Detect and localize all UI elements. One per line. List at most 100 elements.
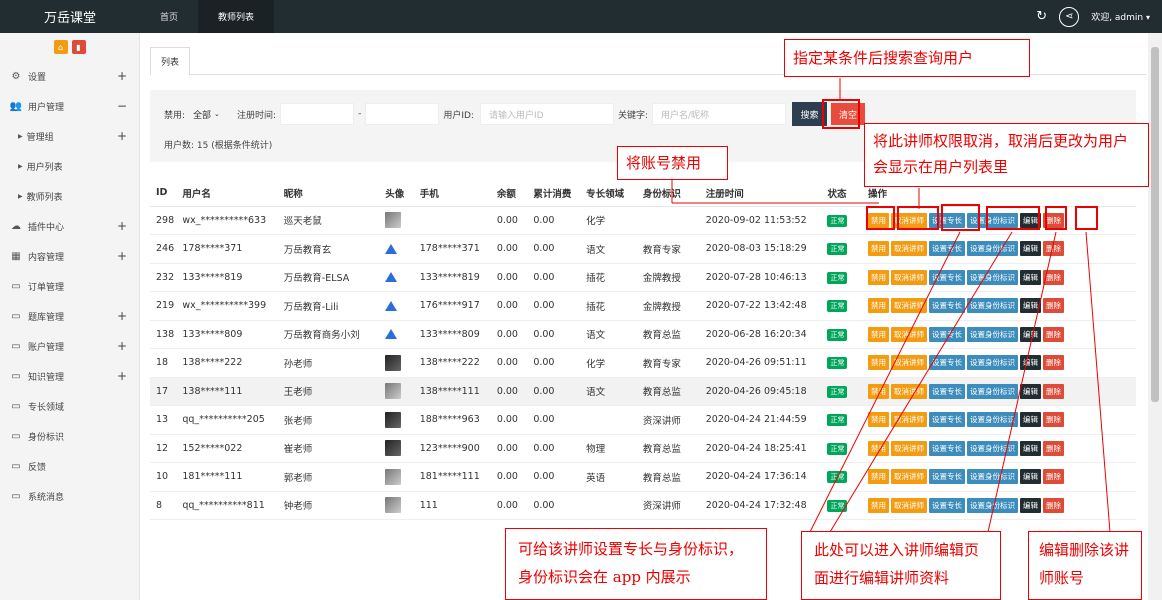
expand-icon[interactable]: +: [117, 309, 127, 323]
ban-button[interactable]: 禁用: [868, 298, 890, 314]
table-row[interactable]: 18 138*****222 孙老师 138*****222 0.00 0.00 化学 教育专…: [150, 348, 1136, 378]
table-row[interactable]: 13 qq_**********205 张老师 188*****963 0.00 0.00…: [150, 405, 1136, 435]
delete-button[interactable]: 删除: [1043, 440, 1065, 456]
user-menu[interactable]: 欢迎, admin ▾: [1091, 10, 1150, 23]
sidebar-item[interactable]: ▶ 教师列表: [0, 181, 139, 211]
sidebar-item[interactable]: ▭ 知识管理 +: [0, 361, 139, 391]
sidebar-item[interactable]: ▭ 题库管理 +: [0, 301, 139, 331]
sidebar-item[interactable]: 👥 用户管理 −: [0, 91, 139, 121]
set-identity-button[interactable]: 设置身份标识: [967, 383, 1019, 399]
set-identity-button[interactable]: 设置身份标识: [967, 298, 1019, 314]
sidebar-item[interactable]: ▭ 账户管理 +: [0, 331, 139, 361]
set-specialty-button[interactable]: 设置专长: [929, 241, 966, 257]
sidebar-item[interactable]: ▭ 身份标识: [0, 421, 139, 451]
set-specialty-button[interactable]: 设置专长: [929, 383, 966, 399]
cancel-teacher-button[interactable]: 取消讲师: [891, 355, 928, 371]
refresh-icon[interactable]: ↻: [1036, 9, 1047, 24]
cancel-teacher-button[interactable]: 取消讲师: [891, 383, 928, 399]
set-specialty-button[interactable]: 设置专长: [929, 326, 966, 342]
set-identity-button[interactable]: 设置身份标识: [967, 355, 1019, 371]
top-nav-item[interactable]: 首页: [140, 0, 198, 33]
ban-select[interactable]: 全部 ⌄: [185, 103, 235, 125]
cancel-teacher-button[interactable]: 取消讲师: [891, 241, 928, 257]
edit-button[interactable]: 编辑: [1020, 355, 1042, 371]
trash-icon[interactable]: ▮: [71, 40, 86, 54]
ban-button[interactable]: 禁用: [868, 383, 890, 399]
tab-list[interactable]: 列表: [150, 47, 191, 76]
set-specialty-button[interactable]: 设置专长: [929, 497, 966, 513]
ban-button[interactable]: 禁用: [868, 241, 890, 257]
edit-button[interactable]: 编辑: [1020, 497, 1042, 513]
delete-button[interactable]: 删除: [1043, 412, 1065, 428]
uid-input[interactable]: 请输入用户ID: [479, 103, 614, 125]
delete-button[interactable]: 删除: [1043, 241, 1065, 257]
set-identity-button[interactable]: 设置身份标识: [967, 440, 1019, 456]
edit-button[interactable]: 编辑: [1020, 298, 1042, 314]
sidebar-item[interactable]: ▶ 管理组 +: [0, 121, 139, 151]
cancel-teacher-button[interactable]: 取消讲师: [891, 469, 928, 485]
cancel-teacher-button[interactable]: 取消讲师: [891, 497, 928, 513]
set-identity-button[interactable]: 设置身份标识: [967, 412, 1019, 428]
sidebar-item[interactable]: ☁ 插件中心 +: [0, 211, 139, 241]
set-identity-button[interactable]: 设置身份标识: [967, 469, 1019, 485]
sidebar-item[interactable]: ▭ 订单管理: [0, 271, 139, 301]
set-specialty-button[interactable]: 设置专长: [929, 412, 966, 428]
delete-button[interactable]: 删除: [1043, 469, 1065, 485]
delete-button[interactable]: 删除: [1043, 298, 1065, 314]
share-icon[interactable]: ⋖: [1059, 6, 1080, 27]
reg-start-input[interactable]: [280, 103, 355, 125]
edit-button[interactable]: 编辑: [1020, 269, 1042, 285]
scrollbar-thumb[interactable]: [1151, 47, 1159, 402]
edit-button[interactable]: 编辑: [1020, 383, 1042, 399]
top-nav-item[interactable]: 教师列表: [198, 0, 275, 33]
set-identity-button[interactable]: 设置身份标识: [967, 497, 1019, 513]
set-identity-button[interactable]: 设置身份标识: [967, 241, 1019, 257]
expand-icon[interactable]: −: [117, 99, 127, 113]
table-row[interactable]: 10 181*****111 郭老师 181*****111 0.00 0.00 英语 教育总…: [150, 462, 1136, 492]
expand-icon[interactable]: +: [117, 69, 127, 83]
table-row[interactable]: 12 152*****022 崔老师 123*****900 0.00 0.00 物理 教育总…: [150, 434, 1136, 463]
expand-icon[interactable]: +: [117, 249, 127, 263]
table-row[interactable]: 138 133*****809 万岳教育商务小刘 133*****809 0.00 0.0…: [150, 320, 1136, 349]
table-row[interactable]: 246 178*****371 万岳教育玄 178*****371 0.00 0.00 语文…: [150, 234, 1136, 264]
cancel-teacher-button[interactable]: 取消讲师: [891, 298, 928, 314]
scrollbar[interactable]: [1148, 33, 1162, 600]
ban-button[interactable]: 禁用: [868, 326, 890, 342]
sidebar-item[interactable]: ▭ 专长领域: [0, 391, 139, 421]
expand-icon[interactable]: +: [117, 339, 127, 353]
ban-button[interactable]: 禁用: [868, 412, 890, 428]
logo[interactable]: 万岳课堂: [0, 0, 140, 33]
cancel-teacher-button[interactable]: 取消讲师: [891, 440, 928, 456]
sidebar-item[interactable]: ▭ 反馈: [0, 451, 139, 481]
set-specialty-button[interactable]: 设置专长: [929, 440, 966, 456]
delete-button[interactable]: 删除: [1043, 497, 1065, 513]
edit-button[interactable]: 编辑: [1020, 241, 1042, 257]
ban-button[interactable]: 禁用: [868, 269, 890, 285]
ban-button[interactable]: 禁用: [868, 469, 890, 485]
set-specialty-button[interactable]: 设置专长: [929, 298, 966, 314]
sidebar-item[interactable]: ▭ 系统消息: [0, 481, 139, 511]
home-icon[interactable]: ⌂: [53, 40, 68, 54]
ban-button[interactable]: 禁用: [868, 497, 890, 513]
sidebar-item[interactable]: ⚙ 设置 +: [0, 61, 139, 91]
delete-button[interactable]: 删除: [1043, 355, 1065, 371]
cancel-teacher-button[interactable]: 取消讲师: [891, 326, 928, 342]
expand-icon[interactable]: +: [117, 369, 127, 383]
expand-icon[interactable]: +: [117, 219, 127, 233]
edit-button[interactable]: 编辑: [1020, 469, 1042, 485]
table-row[interactable]: 232 133*****819 万岳教育-ELSA 133*****819 0.00 0.…: [150, 263, 1136, 292]
sidebar-item[interactable]: ▶ 用户列表: [0, 151, 139, 181]
delete-button[interactable]: 删除: [1043, 326, 1065, 342]
ban-button[interactable]: 禁用: [868, 355, 890, 371]
reg-end-input[interactable]: [365, 103, 440, 125]
sidebar-item[interactable]: ▦ 内容管理 +: [0, 241, 139, 271]
delete-button[interactable]: 删除: [1043, 269, 1065, 285]
edit-button[interactable]: 编辑: [1020, 412, 1042, 428]
edit-button[interactable]: 编辑: [1020, 440, 1042, 456]
ban-button[interactable]: 禁用: [868, 440, 890, 456]
table-row[interactable]: 219 wx_**********399 万岳教育-Lili 176*****917 0…: [150, 291, 1136, 321]
edit-button[interactable]: 编辑: [1020, 326, 1042, 342]
cancel-teacher-button[interactable]: 取消讲师: [891, 269, 928, 285]
set-identity-button[interactable]: 设置身份标识: [967, 269, 1019, 285]
keyword-input[interactable]: 用户名/昵称: [652, 103, 787, 125]
